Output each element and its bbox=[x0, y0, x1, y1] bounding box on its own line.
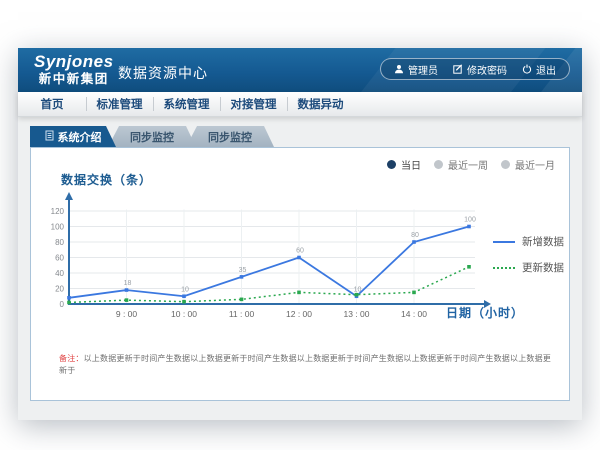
nav-item-home[interactable]: 首页 bbox=[18, 96, 86, 112]
svg-text:13 : 00: 13 : 00 bbox=[344, 309, 370, 319]
footnote-label: 备注： bbox=[59, 354, 84, 363]
nav-item-interface-mgmt[interactable]: 对接管理 bbox=[220, 96, 287, 112]
user-menu-admin[interactable]: 管理员 bbox=[394, 62, 438, 77]
tab-label: 系统介绍 bbox=[58, 129, 102, 145]
page: Synjones 新中新集团 数据资源中心 管理员 修改密码 bbox=[0, 0, 600, 450]
range-option-label: 当日 bbox=[401, 157, 421, 172]
svg-text:60: 60 bbox=[55, 254, 64, 263]
svg-text:20: 20 bbox=[55, 285, 64, 294]
svg-text:120: 120 bbox=[51, 207, 65, 216]
legend-label: 新增数据 bbox=[522, 234, 564, 249]
radio-icon bbox=[501, 160, 510, 169]
svg-text:100: 100 bbox=[464, 217, 476, 224]
radio-icon bbox=[434, 160, 443, 169]
dotted-line-swatch bbox=[493, 267, 515, 269]
app-header: Synjones 新中新集团 数据资源中心 管理员 修改密码 bbox=[18, 48, 582, 92]
range-option-today[interactable]: 当日 bbox=[387, 157, 421, 172]
nav-item-data-change[interactable]: 数据异动 bbox=[287, 96, 354, 112]
app-window: Synjones 新中新集团 数据资源中心 管理员 修改密码 bbox=[18, 48, 582, 420]
nav-item-system-mgmt[interactable]: 系统管理 bbox=[153, 96, 220, 112]
tab-system-intro[interactable]: 系统介绍 bbox=[30, 126, 116, 147]
main-nav: 首页 标准管理 系统管理 对接管理 数据异动 bbox=[18, 92, 582, 117]
brand-logo-latin: Synjones bbox=[34, 53, 114, 70]
svg-text:11 : 00: 11 : 00 bbox=[229, 309, 255, 319]
document-icon bbox=[45, 130, 54, 144]
range-filter: 当日 最近一周 最近一月 bbox=[387, 157, 555, 172]
svg-text:0: 0 bbox=[60, 300, 65, 309]
svg-text:14 : 00: 14 : 00 bbox=[401, 309, 427, 319]
nav-item-standard-mgmt[interactable]: 标准管理 bbox=[86, 96, 153, 112]
svg-text:35: 35 bbox=[239, 267, 247, 274]
svg-text:12 : 00: 12 : 00 bbox=[286, 309, 312, 319]
x-axis-title: 日期（小时） bbox=[446, 304, 524, 321]
svg-text:18: 18 bbox=[124, 280, 132, 287]
range-option-label: 最近一月 bbox=[515, 157, 555, 172]
user-icon bbox=[394, 64, 404, 74]
svg-text:40: 40 bbox=[55, 269, 64, 278]
svg-text:100: 100 bbox=[51, 223, 65, 232]
legend-new-data[interactable]: 新增数据 bbox=[493, 234, 564, 249]
svg-text:80: 80 bbox=[55, 238, 64, 247]
user-menu-change-password-label: 修改密码 bbox=[467, 62, 507, 77]
power-icon bbox=[522, 64, 532, 74]
user-menu-change-password[interactable]: 修改密码 bbox=[453, 62, 507, 77]
svg-text:10: 10 bbox=[354, 286, 362, 293]
svg-text:80: 80 bbox=[411, 232, 419, 239]
footnote: 备注：以上数据更新于时间产生数据以上数据更新于时间产生数据以上数据更新于时间产生… bbox=[59, 353, 553, 377]
brand-logo: Synjones 新中新集团 bbox=[34, 53, 114, 86]
y-axis-title: 数据交换（条） bbox=[61, 171, 152, 188]
content-area: 系统介绍 同步监控 同步监控 当日 最近一周 bbox=[18, 116, 582, 420]
svg-text:10: 10 bbox=[181, 286, 189, 293]
app-title: 数据资源中心 bbox=[118, 63, 208, 83]
legend-label: 更新数据 bbox=[522, 260, 564, 275]
user-menu-logout[interactable]: 退出 bbox=[522, 62, 556, 77]
solid-line-swatch bbox=[493, 241, 515, 243]
radio-selected-icon bbox=[387, 160, 396, 169]
svg-text:9 : 00: 9 : 00 bbox=[116, 309, 138, 319]
user-menu-logout-label: 退出 bbox=[536, 62, 556, 77]
svg-text:10 : 00: 10 : 00 bbox=[171, 309, 197, 319]
tab-label: 同步监控 bbox=[208, 129, 252, 145]
user-menu: 管理员 修改密码 退出 bbox=[380, 58, 570, 80]
tab-label: 同步监控 bbox=[130, 129, 174, 145]
legend-update-data[interactable]: 更新数据 bbox=[493, 260, 564, 275]
edit-icon bbox=[453, 64, 463, 74]
svg-text:60: 60 bbox=[296, 248, 304, 255]
footnote-text: 以上数据更新于时间产生数据以上数据更新于时间产生数据以上数据更新于时间产生数据以… bbox=[59, 354, 551, 375]
chart-panel: 当日 最近一周 最近一月 数据交换（条） 0 20 40 60 80 100 120 9 : … bbox=[30, 147, 570, 401]
brand-logo-chinese: 新中新集团 bbox=[34, 73, 114, 86]
user-menu-admin-label: 管理员 bbox=[408, 62, 438, 77]
chart-legend: 新增数据 更新数据 bbox=[493, 234, 564, 275]
tab-sync-monitor-2[interactable]: 同步监控 bbox=[186, 126, 274, 147]
tab-sync-monitor-1[interactable]: 同步监控 bbox=[108, 126, 196, 147]
range-option-last-month[interactable]: 最近一月 bbox=[501, 157, 555, 172]
range-option-label: 最近一周 bbox=[448, 157, 488, 172]
range-option-last-week[interactable]: 最近一周 bbox=[434, 157, 488, 172]
